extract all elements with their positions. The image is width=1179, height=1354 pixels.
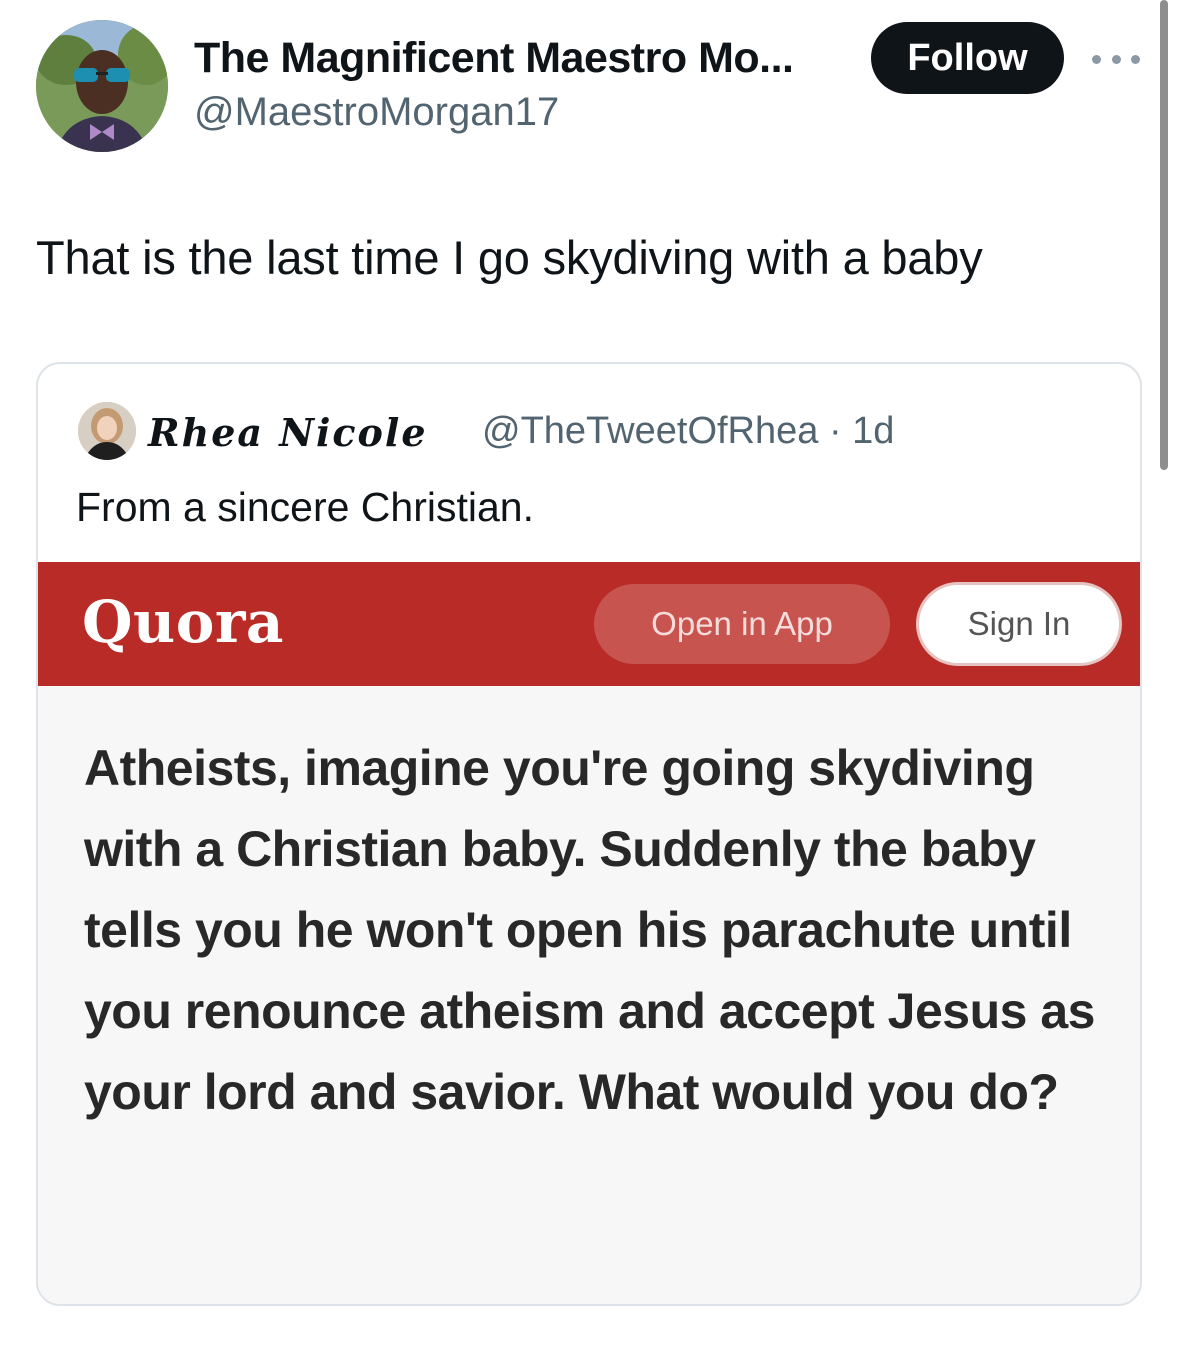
quora-screenshot-image[interactable]: Quora Open in App Sign In Atheists, imag… [38, 562, 1140, 1304]
quora-header-bar: Quora Open in App Sign In [38, 562, 1140, 686]
quoted-author-avatar[interactable] [78, 402, 136, 460]
quoted-author-name[interactable]: Rhea Nicole [148, 410, 428, 455]
quoted-tweet-card[interactable]: Rhea Nicole @TheTweetOfRhea · 1d From a … [36, 362, 1142, 1306]
scrollbar[interactable] [1160, 0, 1168, 470]
tweet-text: That is the last time I go skydiving wit… [36, 231, 983, 284]
author-avatar[interactable] [36, 20, 168, 152]
open-in-app-button: Open in App [594, 584, 890, 664]
more-options-icon[interactable] [1092, 52, 1140, 66]
quoted-tweet-text: From a sincere Christian. [76, 484, 534, 530]
quora-question-text: Atheists, imagine you're going skydiving… [84, 740, 1095, 1120]
quoted-author-meta: @TheTweetOfRhea · 1d [482, 410, 895, 452]
author-handle[interactable]: @MaestroMorgan17 [194, 90, 559, 135]
quora-logo: Quora [82, 588, 285, 656]
follow-button[interactable]: Follow [871, 22, 1064, 94]
author-display-name[interactable]: The Magnificent Maestro Mo... [194, 34, 794, 83]
sign-in-button: Sign In [916, 582, 1122, 666]
